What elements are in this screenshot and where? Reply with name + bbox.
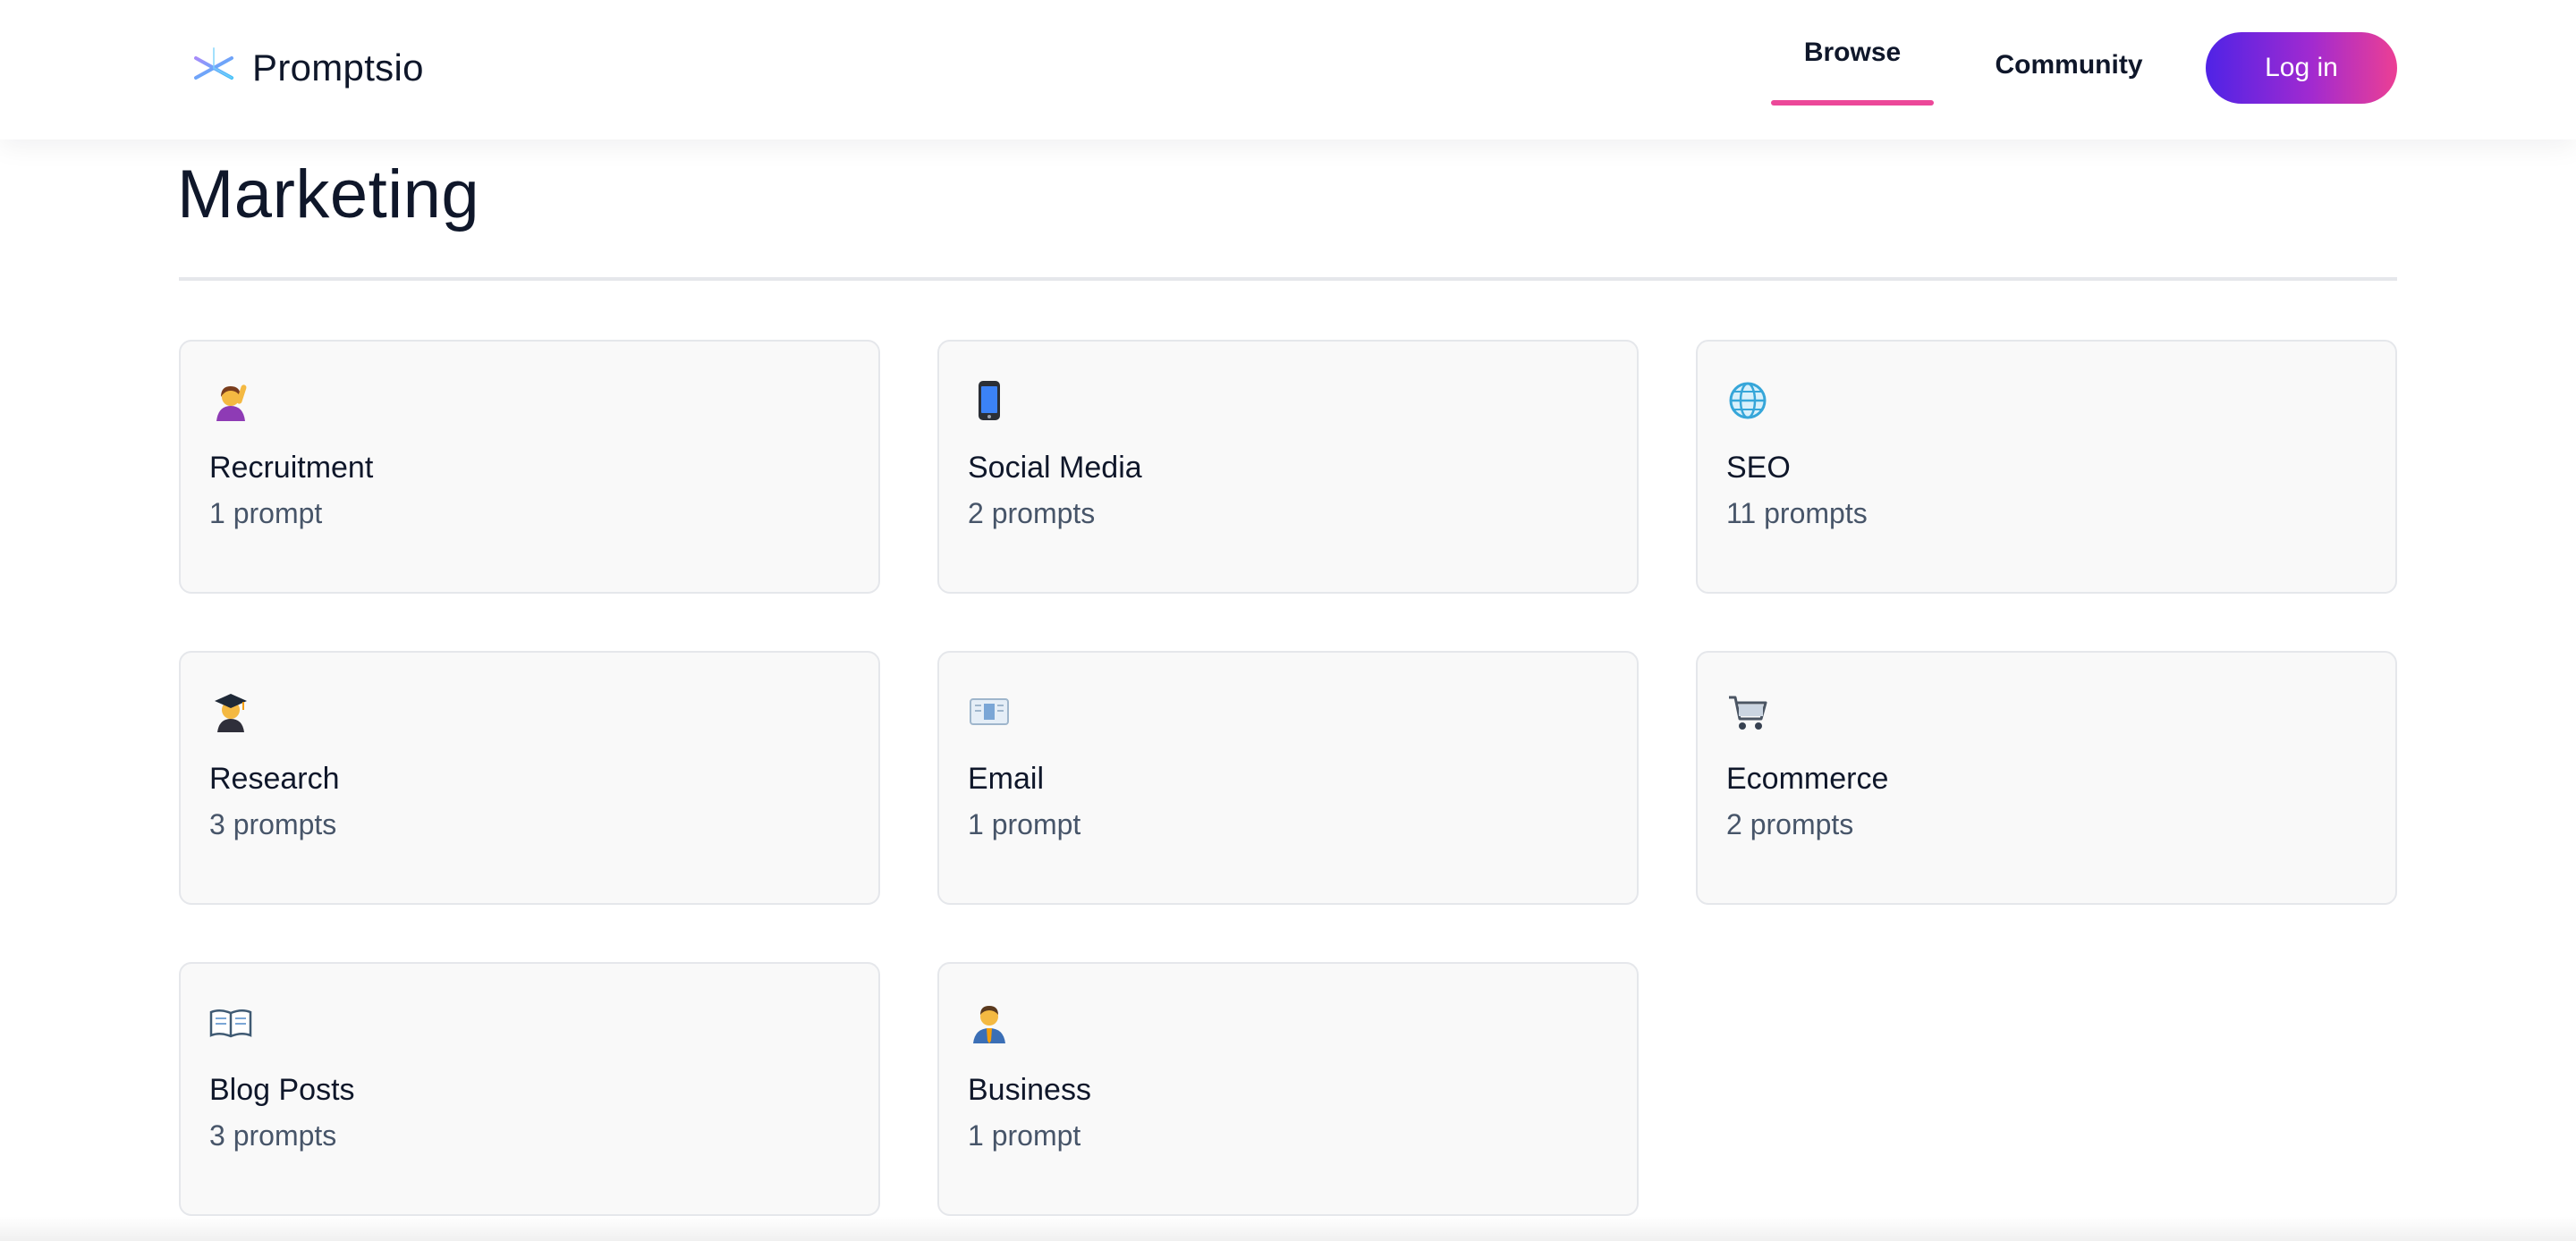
category-title: Research	[209, 762, 340, 796]
category-prompt-count: 1 prompt	[209, 497, 323, 529]
viewport-bottom-shadow	[0, 1216, 2576, 1241]
category-title: Social Media	[968, 451, 1142, 485]
category-title: Recruitment	[209, 451, 374, 485]
nav-tab-browse[interactable]: Browse	[1771, 0, 1934, 106]
category-card-ecommerce[interactable]: Ecommerce 2 prompts	[1696, 651, 2397, 905]
category-card-social-media[interactable]: Social Media 2 prompts	[937, 340, 1639, 594]
category-card-email[interactable]: Email 1 prompt	[937, 651, 1639, 905]
category-prompt-count: 3 prompts	[209, 1119, 337, 1152]
nav-tab-community-label: Community	[1995, 50, 2143, 80]
category-prompt-count: 3 prompts	[209, 808, 337, 840]
category-title: Blog Posts	[209, 1073, 355, 1107]
category-card-business[interactable]: Business 1 prompt	[937, 962, 1639, 1216]
category-card-recruitment[interactable]: Recruitment 1 prompt	[179, 340, 880, 594]
category-card-research[interactable]: Research 3 prompts	[179, 651, 880, 905]
category-title: Business	[968, 1073, 1091, 1107]
student-graduation-cap-icon	[215, 694, 247, 732]
person-raising-hand-icon	[216, 384, 247, 421]
category-prompt-count: 2 prompts	[1726, 808, 1854, 840]
category-card-seo[interactable]: SEO 11 prompts	[1696, 340, 2397, 594]
category-title: Email	[968, 762, 1045, 796]
brand-name: Promptsio	[252, 46, 424, 89]
asterisk-logo-icon	[194, 46, 233, 89]
shopping-cart-icon	[1729, 696, 1767, 730]
category-prompt-count: 11 prompts	[1726, 497, 1868, 529]
active-tab-indicator	[1771, 100, 1934, 106]
nav-tab-browse-label: Browse	[1803, 38, 1902, 67]
login-button[interactable]: Log in	[2206, 32, 2397, 104]
page-title: Marketing	[177, 156, 480, 232]
businessman-icon	[973, 1006, 1005, 1043]
login-button-label: Log in	[2265, 53, 2338, 82]
category-card-blog-posts[interactable]: Blog Posts 3 prompts	[179, 962, 880, 1216]
newspaper-email-icon	[970, 698, 1009, 725]
brand-logo[interactable]: Promptsio	[191, 43, 424, 93]
title-divider	[179, 277, 2397, 281]
category-title: Ecommerce	[1726, 762, 1889, 796]
top-navbar: Promptsio Browse Community Log in	[0, 0, 2576, 139]
category-prompt-count: 2 prompts	[968, 497, 1096, 529]
open-book-icon	[209, 1009, 252, 1038]
category-prompt-count: 1 prompt	[968, 808, 1081, 840]
category-prompt-count: 1 prompt	[968, 1119, 1081, 1152]
globe-icon	[1729, 382, 1767, 419]
nav-tab-community[interactable]: Community	[1984, 0, 2154, 131]
category-title: SEO	[1726, 451, 1791, 485]
mobile-phone-icon	[979, 381, 1000, 420]
